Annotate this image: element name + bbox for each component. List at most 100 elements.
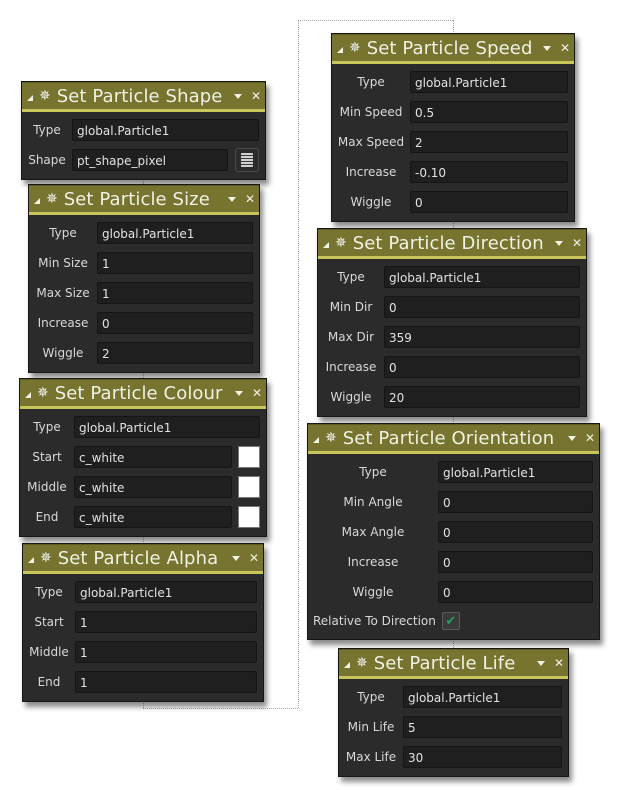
field-input[interactable]: 0 xyxy=(438,491,593,513)
particle-sparkle-icon: ✵ xyxy=(40,550,52,566)
close-icon[interactable]: ✕ xyxy=(249,551,259,565)
collapse-triangle-icon[interactable] xyxy=(27,95,33,101)
field-row: Type global.Particle1 xyxy=(322,262,580,292)
list-menu-icon xyxy=(241,153,253,167)
collapse-triangle-icon[interactable] xyxy=(34,198,40,204)
field-input[interactable]: 0.5 xyxy=(410,101,568,123)
chevron-down-icon[interactable] xyxy=(233,93,242,99)
field-input[interactable]: c_white xyxy=(74,446,232,468)
field-input[interactable]: 0 xyxy=(384,296,580,318)
field-input[interactable]: 2 xyxy=(410,131,568,153)
field-input[interactable]: 0 xyxy=(438,551,593,573)
connector-line xyxy=(298,20,299,708)
field-input[interactable]: 0 xyxy=(97,312,253,334)
field-input[interactable]: c_white xyxy=(74,506,232,528)
collapse-triangle-icon[interactable] xyxy=(28,557,34,563)
field-label: Increase xyxy=(345,165,397,179)
chevron-down-icon[interactable] xyxy=(227,196,236,202)
field-input[interactable]: 0 xyxy=(438,521,593,543)
panel-header[interactable]: ✵ Set Particle Colour ✕ xyxy=(20,379,266,409)
panel-title: Set Particle Life xyxy=(373,652,516,674)
panel-header[interactable]: ✵ Set Particle Speed ✕ xyxy=(332,34,574,64)
field-input[interactable]: 1 xyxy=(75,641,257,663)
panel-body: Type global.Particle1 Min Speed 0.5 Max Spee… xyxy=(332,64,574,221)
relative-direction-checkbox[interactable]: ✔ xyxy=(441,612,460,630)
colour-swatch[interactable] xyxy=(238,506,260,528)
field-label: Middle xyxy=(27,480,67,494)
panel-header[interactable]: ✵ Set Particle Direction ✕ xyxy=(318,229,586,259)
close-icon[interactable]: ✕ xyxy=(572,236,582,250)
field-input[interactable]: -0.10 xyxy=(410,161,568,183)
collapse-triangle-icon[interactable] xyxy=(344,662,350,668)
close-icon[interactable]: ✕ xyxy=(554,656,564,670)
close-icon[interactable]: ✕ xyxy=(585,431,595,445)
field-input[interactable]: c_white xyxy=(74,476,232,498)
field-input[interactable]: 0 xyxy=(384,356,580,378)
field-input[interactable]: global.Particle1 xyxy=(438,461,593,483)
field-input[interactable]: global.Particle1 xyxy=(97,222,253,244)
field-label: Type xyxy=(33,123,61,137)
chevron-down-icon[interactable] xyxy=(234,390,243,396)
shape-picker-button[interactable] xyxy=(235,148,259,172)
close-icon[interactable]: ✕ xyxy=(251,89,261,103)
field-input[interactable]: 30 xyxy=(403,746,562,768)
field-input[interactable]: 1 xyxy=(97,282,253,304)
field-row: Max Angle 0 xyxy=(312,517,593,547)
action-panel-shape: ✵ Set Particle Shape ✕ Type global.Particle1… xyxy=(21,81,266,180)
field-input[interactable]: 0 xyxy=(438,581,593,603)
field-input[interactable]: 359 xyxy=(384,326,580,348)
field-label: End xyxy=(35,510,59,524)
field-row: Increase 0 xyxy=(322,352,580,382)
field-input[interactable]: global.Particle1 xyxy=(403,686,562,708)
chevron-down-icon[interactable] xyxy=(554,240,563,246)
field-label: Max Angle xyxy=(341,525,405,539)
field-input[interactable]: 5 xyxy=(403,716,562,738)
field-input[interactable]: 1 xyxy=(75,611,257,633)
action-panel-direction: ✵ Set Particle Direction ✕ Type global.Parti… xyxy=(317,228,587,417)
panel-header[interactable]: ✵ Set Particle Alpha ✕ xyxy=(23,544,263,574)
field-input[interactable]: 2 xyxy=(97,342,253,364)
particle-sparkle-icon: ✵ xyxy=(46,191,58,207)
field-row: Shape pt_shape_pixel xyxy=(26,145,259,175)
panel-title: Set Particle Shape xyxy=(56,85,223,107)
field-label: Max Size xyxy=(36,286,90,300)
field-label: Middle xyxy=(29,645,69,659)
close-icon[interactable]: ✕ xyxy=(245,192,255,206)
panel-header[interactable]: ✵ Set Particle Orientation ✕ xyxy=(308,424,599,454)
field-row: Type global.Particle1 xyxy=(26,115,259,145)
field-input[interactable]: pt_shape_pixel xyxy=(72,149,228,171)
colour-swatch[interactable] xyxy=(238,446,260,468)
field-input[interactable]: global.Particle1 xyxy=(72,119,259,141)
chevron-down-icon[interactable] xyxy=(542,45,551,51)
field-input[interactable]: global.Particle1 xyxy=(75,581,257,603)
chevron-down-icon[interactable] xyxy=(567,435,576,441)
collapse-triangle-icon[interactable] xyxy=(313,437,319,443)
panel-header[interactable]: ✵ Set Particle Shape ✕ xyxy=(22,82,265,112)
close-icon[interactable]: ✕ xyxy=(560,41,570,55)
chevron-down-icon[interactable] xyxy=(536,660,545,666)
field-input[interactable]: 20 xyxy=(384,386,580,408)
field-input[interactable]: global.Particle1 xyxy=(410,71,568,93)
field-row: Min Size 1 xyxy=(33,248,253,278)
field-row: Max Size 1 xyxy=(33,278,253,308)
collapse-triangle-icon[interactable] xyxy=(25,392,31,398)
field-input[interactable]: 1 xyxy=(97,252,253,274)
colour-swatch[interactable] xyxy=(238,476,260,498)
panel-body: Type global.Particle1 Shape pt_shape_pixel xyxy=(22,112,265,179)
field-input[interactable]: 1 xyxy=(75,671,257,693)
checkbox-row: Relative To Direction ✔ xyxy=(312,607,593,635)
close-icon[interactable]: ✕ xyxy=(252,386,262,400)
field-label: Type xyxy=(49,226,77,240)
collapse-triangle-icon[interactable] xyxy=(337,47,343,53)
field-input[interactable]: global.Particle1 xyxy=(74,416,260,438)
particle-sparkle-icon: ✵ xyxy=(356,655,368,671)
field-input[interactable]: global.Particle1 xyxy=(384,266,580,288)
field-label: Increase xyxy=(325,360,377,374)
field-label: Min Dir xyxy=(329,300,373,314)
collapse-triangle-icon[interactable] xyxy=(323,242,329,248)
panel-header[interactable]: ✵ Set Particle Life ✕ xyxy=(339,649,568,679)
panel-header[interactable]: ✵ Set Particle Size ✕ xyxy=(29,185,259,215)
field-input[interactable]: 0 xyxy=(410,191,568,213)
panel-title: Set Particle Colour xyxy=(54,382,223,404)
chevron-down-icon[interactable] xyxy=(231,555,240,561)
